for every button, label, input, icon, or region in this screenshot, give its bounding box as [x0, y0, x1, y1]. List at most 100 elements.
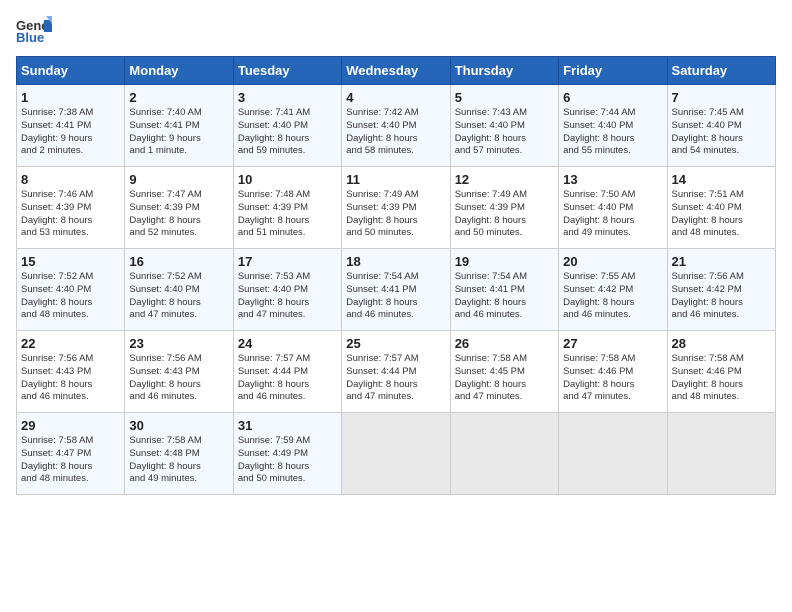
- day-number: 15: [21, 254, 120, 269]
- day-info: Daylight: 8 hours: [21, 297, 120, 310]
- day-number: 2: [129, 90, 228, 105]
- day-info: Sunrise: 7:51 AM: [672, 189, 771, 202]
- day-info: Sunrise: 7:54 AM: [455, 271, 554, 284]
- day-info: Sunset: 4:40 PM: [238, 120, 337, 133]
- day-info: Sunrise: 7:38 AM: [21, 107, 120, 120]
- day-info: Sunset: 4:46 PM: [563, 366, 662, 379]
- weekday-header-monday: Monday: [125, 57, 233, 85]
- calendar-week-row: 29Sunrise: 7:58 AMSunset: 4:47 PMDayligh…: [17, 413, 776, 495]
- day-info: and 50 minutes.: [455, 227, 554, 240]
- day-info: Sunrise: 7:45 AM: [672, 107, 771, 120]
- calendar-cell: [450, 413, 558, 495]
- day-number: 30: [129, 418, 228, 433]
- day-info: Sunset: 4:43 PM: [21, 366, 120, 379]
- day-info: Sunrise: 7:57 AM: [346, 353, 445, 366]
- calendar-week-row: 8Sunrise: 7:46 AMSunset: 4:39 PMDaylight…: [17, 167, 776, 249]
- day-info: Sunrise: 7:41 AM: [238, 107, 337, 120]
- day-info: Sunset: 4:45 PM: [455, 366, 554, 379]
- day-number: 6: [563, 90, 662, 105]
- day-info: Sunrise: 7:49 AM: [346, 189, 445, 202]
- day-info: and 47 minutes.: [238, 309, 337, 322]
- day-info: Sunrise: 7:44 AM: [563, 107, 662, 120]
- day-info: and 46 minutes.: [455, 309, 554, 322]
- day-number: 9: [129, 172, 228, 187]
- day-info: Sunrise: 7:52 AM: [129, 271, 228, 284]
- day-info: Sunrise: 7:56 AM: [21, 353, 120, 366]
- day-info: and 46 minutes.: [21, 391, 120, 404]
- day-info: Sunset: 4:39 PM: [129, 202, 228, 215]
- day-number: 24: [238, 336, 337, 351]
- day-info: and 51 minutes.: [238, 227, 337, 240]
- day-info: Daylight: 8 hours: [455, 215, 554, 228]
- day-info: Daylight: 8 hours: [21, 461, 120, 474]
- day-info: Daylight: 8 hours: [563, 379, 662, 392]
- day-info: and 47 minutes.: [346, 391, 445, 404]
- day-info: Daylight: 8 hours: [21, 215, 120, 228]
- calendar-cell: 22Sunrise: 7:56 AMSunset: 4:43 PMDayligh…: [17, 331, 125, 413]
- logo: General Blue: [16, 16, 56, 44]
- calendar-cell: 10Sunrise: 7:48 AMSunset: 4:39 PMDayligh…: [233, 167, 341, 249]
- day-number: 5: [455, 90, 554, 105]
- day-info: Daylight: 8 hours: [238, 215, 337, 228]
- day-info: Sunset: 4:40 PM: [563, 202, 662, 215]
- calendar-week-row: 15Sunrise: 7:52 AMSunset: 4:40 PMDayligh…: [17, 249, 776, 331]
- day-info: Sunset: 4:39 PM: [238, 202, 337, 215]
- day-info: and 1 minute.: [129, 145, 228, 158]
- day-info: Sunset: 4:46 PM: [672, 366, 771, 379]
- svg-text:Blue: Blue: [16, 30, 44, 44]
- day-info: Sunset: 4:49 PM: [238, 448, 337, 461]
- day-number: 8: [21, 172, 120, 187]
- day-info: and 58 minutes.: [346, 145, 445, 158]
- calendar-cell: 4Sunrise: 7:42 AMSunset: 4:40 PMDaylight…: [342, 85, 450, 167]
- day-info: Sunset: 4:41 PM: [21, 120, 120, 133]
- day-info: Daylight: 8 hours: [455, 297, 554, 310]
- day-info: and 46 minutes.: [129, 391, 228, 404]
- calendar-cell: 30 Sunrise: 7:58 AMSunset: 4:48 PMDayligh…: [125, 413, 233, 495]
- calendar-cell: 5Sunrise: 7:43 AMSunset: 4:40 PMDaylight…: [450, 85, 558, 167]
- day-info: Daylight: 8 hours: [672, 297, 771, 310]
- day-number: 14: [672, 172, 771, 187]
- calendar-cell: 29Sunrise: 7:58 AMSunset: 4:47 PMDayligh…: [17, 413, 125, 495]
- day-info: Sunrise: 7:58 AM: [129, 435, 228, 448]
- day-info: Daylight: 9 hours: [129, 133, 228, 146]
- weekday-header-wednesday: Wednesday: [342, 57, 450, 85]
- day-number: 28: [672, 336, 771, 351]
- calendar-cell: 8 Sunrise: 7:46 AMSunset: 4:39 PMDaylight…: [17, 167, 125, 249]
- day-number: 1: [21, 90, 120, 105]
- calendar-cell: 26Sunrise: 7:58 AMSunset: 4:45 PMDayligh…: [450, 331, 558, 413]
- day-info: Sunset: 4:40 PM: [346, 120, 445, 133]
- day-info: Sunrise: 7:53 AM: [238, 271, 337, 284]
- day-number: 26: [455, 336, 554, 351]
- calendar-cell: 14Sunrise: 7:51 AMSunset: 4:40 PMDayligh…: [667, 167, 775, 249]
- calendar-week-row: 22Sunrise: 7:56 AMSunset: 4:43 PMDayligh…: [17, 331, 776, 413]
- day-info: Sunset: 4:44 PM: [346, 366, 445, 379]
- day-number: 3: [238, 90, 337, 105]
- day-info: Sunrise: 7:56 AM: [672, 271, 771, 284]
- day-info: and 47 minutes.: [129, 309, 228, 322]
- day-info: Sunset: 4:41 PM: [129, 120, 228, 133]
- day-info: and 52 minutes.: [129, 227, 228, 240]
- day-info: Daylight: 9 hours: [21, 133, 120, 146]
- calendar-cell: [559, 413, 667, 495]
- weekday-header-saturday: Saturday: [667, 57, 775, 85]
- day-number: 10: [238, 172, 337, 187]
- calendar-cell: 16Sunrise: 7:52 AMSunset: 4:40 PMDayligh…: [125, 249, 233, 331]
- day-info: Sunset: 4:48 PM: [129, 448, 228, 461]
- calendar-cell: 3Sunrise: 7:41 AMSunset: 4:40 PMDaylight…: [233, 85, 341, 167]
- calendar-cell: 25Sunrise: 7:57 AMSunset: 4:44 PMDayligh…: [342, 331, 450, 413]
- day-info: Sunrise: 7:46 AM: [21, 189, 120, 202]
- day-info: Daylight: 8 hours: [672, 379, 771, 392]
- calendar-cell: 24Sunrise: 7:57 AMSunset: 4:44 PMDayligh…: [233, 331, 341, 413]
- day-info: Daylight: 8 hours: [129, 461, 228, 474]
- day-info: and 55 minutes.: [563, 145, 662, 158]
- day-info: and 46 minutes.: [238, 391, 337, 404]
- calendar-cell: 28Sunrise: 7:58 AMSunset: 4:46 PMDayligh…: [667, 331, 775, 413]
- logo-icon: General Blue: [16, 16, 52, 44]
- calendar-cell: 9Sunrise: 7:47 AMSunset: 4:39 PMDaylight…: [125, 167, 233, 249]
- day-info: Sunset: 4:39 PM: [21, 202, 120, 215]
- weekday-header-tuesday: Tuesday: [233, 57, 341, 85]
- day-number: 25: [346, 336, 445, 351]
- day-info: Sunset: 4:40 PM: [129, 284, 228, 297]
- day-number: 23: [129, 336, 228, 351]
- day-info: Daylight: 8 hours: [129, 297, 228, 310]
